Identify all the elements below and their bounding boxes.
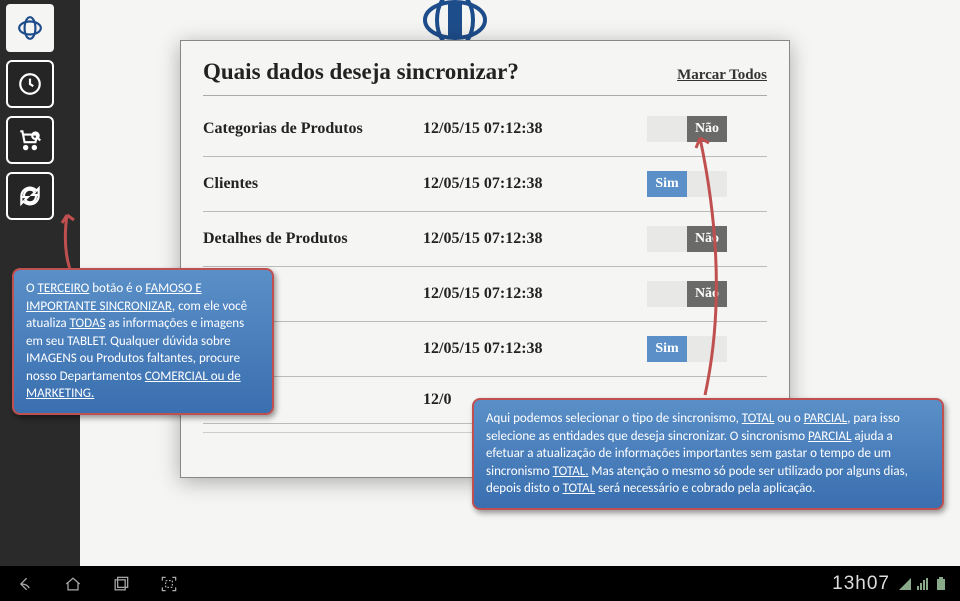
sidebar-rail <box>6 4 54 220</box>
callout-sync-type: Aqui podemos selecionar o tipo de sincro… <box>472 398 944 510</box>
rail-logo-icon[interactable] <box>6 4 54 52</box>
android-navbar: 13h07 <box>0 566 960 601</box>
callout-arrow-right <box>625 130 735 400</box>
dialog-title: Quais dados deseja sincronizar? <box>203 59 519 85</box>
sync-row-name: Categorias de Produtos <box>203 120 423 138</box>
sync-row-timestamp: 12/05/15 07:12:38 <box>423 285 593 303</box>
cart-search-icon[interactable] <box>6 116 54 164</box>
clock-text[interactable]: 13h07 <box>832 573 890 595</box>
callout-sync-button: O TERCEIRO botão é o FAMOSO E IMPORTANTE… <box>12 268 274 415</box>
sync-row-name: Detalhes de Produtos <box>203 230 423 248</box>
status-icons <box>898 577 948 591</box>
sync-row-timestamp: 12/05/15 07:12:38 <box>423 230 593 248</box>
clock-icon[interactable] <box>6 60 54 108</box>
sync-row-timestamp: 12/05/15 07:12:38 <box>423 175 593 193</box>
mark-all-link[interactable]: Marcar Todos <box>677 67 767 84</box>
home-icon[interactable] <box>60 571 86 597</box>
sync-row-timestamp: 12/05/15 07:12:38 <box>423 120 593 138</box>
back-icon[interactable] <box>12 571 38 597</box>
screenshot-icon[interactable] <box>156 571 182 597</box>
sync-icon[interactable] <box>6 172 54 220</box>
recent-apps-icon[interactable] <box>108 571 134 597</box>
sync-row-timestamp: 12/05/15 07:12:38 <box>423 340 593 358</box>
sync-row-name: Clientes <box>203 175 423 193</box>
